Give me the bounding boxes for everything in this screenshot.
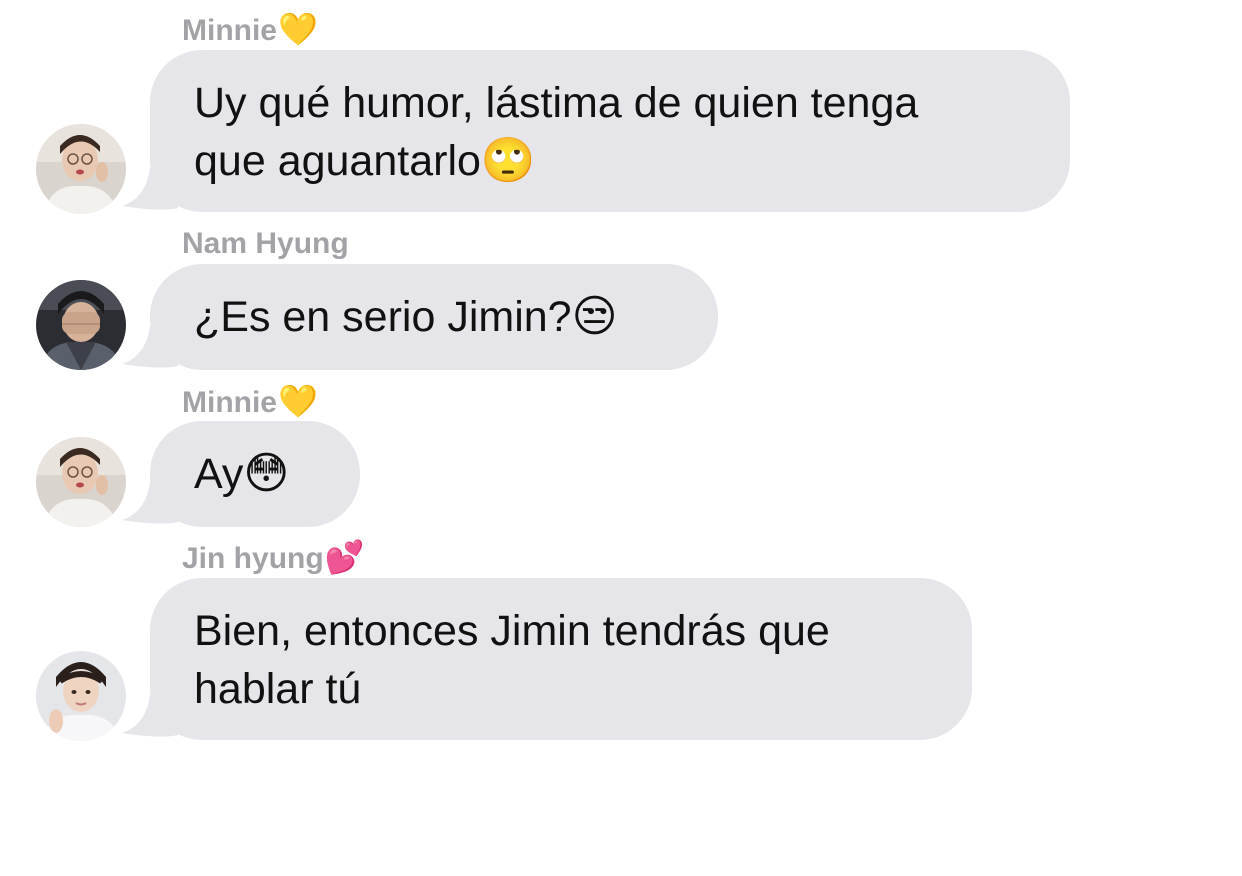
eye-roll-emoji: 🙄 [480,135,536,186]
sender-label: Jin hyung [182,542,324,575]
avatar[interactable] [36,437,126,527]
message-bubble[interactable]: Ay😳 [150,421,360,527]
sender-name: Jin hyung💕 [182,540,365,576]
message-line: Uy qué humor, lástima de quien tenga [194,79,919,127]
message-bubble[interactable]: Uy qué humor, lástima de quien tenga que… [150,50,1070,212]
yellow-heart-emoji: 💛 [278,382,318,420]
message-line: hablar tú [194,665,362,713]
unamused-emoji: 😒 [571,291,618,342]
message-thread: Minnie💛 Uy qué humor, lástima de quien t… [0,0,1242,876]
message-line: Bien, entonces Jimin tendrás que [194,607,830,655]
avatar[interactable] [36,651,126,741]
avatar[interactable] [36,280,126,370]
message-line: Ay😳 [194,448,290,499]
two-hearts-emoji: 💕 [324,538,365,576]
avatar[interactable] [36,124,126,214]
jimin-avatar-image [36,124,126,214]
sender-name: Minnie💛 [182,384,318,420]
sender-label: Minnie [182,386,277,419]
sender-label: Minnie [182,14,277,47]
sender-name: Minnie💛 [182,12,318,48]
jimin-avatar-image [36,437,126,527]
message-bubble[interactable]: ¿Es en serio Jimin?😒 [150,264,718,370]
flushed-emoji: 😳 [243,448,290,499]
namjoon-avatar-image [36,280,126,370]
sender-label: Nam Hyung [182,227,349,260]
message-line: que aguantarlo🙄 [194,135,536,186]
sender-name: Nam Hyung [182,227,349,261]
message-bubble[interactable]: Bien, entonces Jimin tendrás que hablar … [150,578,972,740]
jin-avatar-image [36,651,126,741]
message-line: ¿Es en serio Jimin?😒 [194,291,618,342]
yellow-heart-emoji: 💛 [278,10,318,48]
